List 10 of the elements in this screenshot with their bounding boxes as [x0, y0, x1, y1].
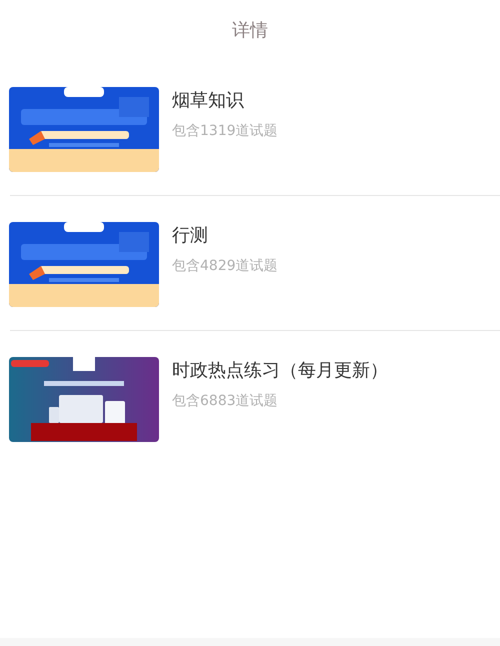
page-title: 详情	[232, 19, 268, 42]
course-title: 时政热点练习（每月更新）	[172, 359, 388, 383]
course-title: 烟草知识	[172, 89, 245, 113]
course-item[interactable]: 行测 包含4829道试题	[0, 222, 500, 307]
question-count: 包含6883道试题	[172, 392, 279, 411]
question-count: 包含4829道试题	[172, 257, 278, 276]
question-count: 包含1319道试题	[172, 122, 278, 141]
course-title: 行测	[172, 224, 209, 248]
course-item[interactable]: 烟草知识 包含1319道试题	[0, 87, 500, 172]
course-item[interactable]: 时政热点练习（每月更新） 包含6883道试题	[0, 357, 500, 442]
